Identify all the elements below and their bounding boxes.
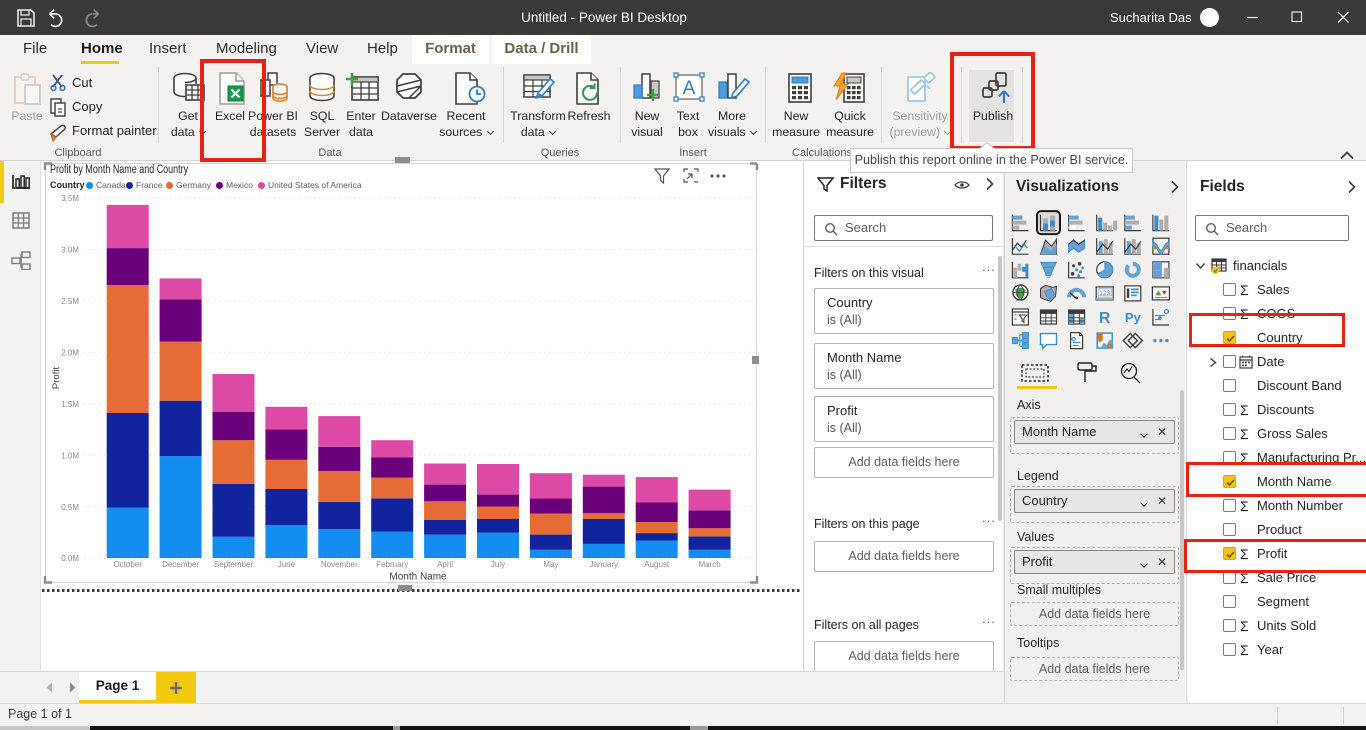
svg-text:123: 123: [1099, 290, 1110, 297]
svg-text:R: R: [1099, 310, 1111, 327]
svg-text:A: A: [683, 78, 696, 99]
svg-text:Py: Py: [1125, 310, 1142, 325]
